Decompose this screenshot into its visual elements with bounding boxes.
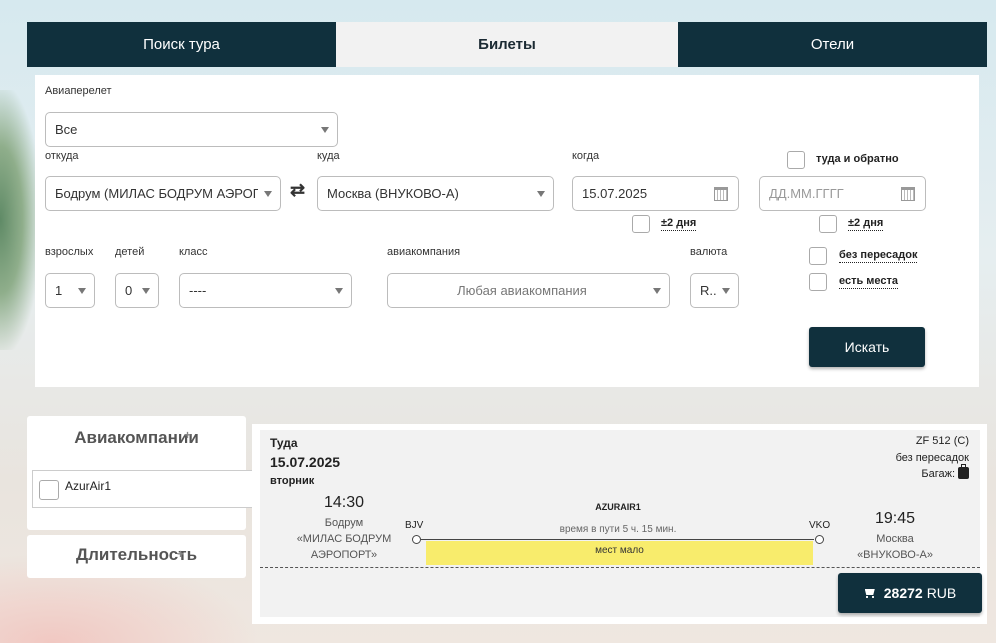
from-value: Бодрум (МИЛАС БОДРУМ АЭРОПОРТ) — [55, 186, 258, 201]
background-foliage — [0, 90, 40, 350]
plusminus-return-checkbox[interactable] — [819, 215, 837, 233]
plusminus-checkbox[interactable] — [632, 215, 650, 233]
to-select[interactable]: Москва (ВНУКОВО-А) — [317, 176, 554, 211]
flight-code: ZF 512 (C) — [915, 435, 969, 447]
roundtrip-checkbox[interactable] — [787, 151, 805, 169]
roundtrip-label: туда и обратно — [816, 153, 899, 165]
baggage-icon — [958, 464, 969, 479]
adults-select[interactable]: 1 — [45, 273, 95, 308]
price-currency: RUB — [926, 585, 957, 601]
search-panel: Авиаперелет Все откуда Бодрум (МИЛАС БОД… — [35, 75, 979, 387]
airline-option-label: AzurAir1 — [65, 479, 112, 493]
departure-airport-line1: «МИЛАС БОДРУМ — [296, 533, 392, 545]
expand-plus-icon[interactable]: + — [177, 547, 184, 561]
expand-plus-icon[interactable]: + — [184, 428, 191, 442]
duration-filter: Длительность + — [27, 535, 246, 578]
from-select[interactable]: Бодрум (МИЛАС БОДРУМ АЭРОПОРТ) — [45, 176, 281, 211]
flight-date: 15.07.2025 — [270, 454, 341, 470]
to-value: Москва (ВНУКОВО-А) — [327, 186, 459, 201]
seats-notice: мест мало — [426, 541, 813, 565]
baggage-label: Багаж: — [921, 468, 955, 480]
calendar-icon[interactable] — [901, 186, 915, 201]
currency-select[interactable]: R.. — [690, 273, 739, 308]
class-select[interactable]: ---- — [179, 273, 352, 308]
flight-type-value: Все — [55, 122, 78, 137]
departure-city: Бодрум — [324, 517, 364, 529]
tab-tickets[interactable]: Билеты — [336, 22, 678, 67]
arrival-airport: «ВНУКОВО-А» — [857, 549, 933, 561]
top-tabs: Поиск тура Билеты Отели — [27, 22, 987, 67]
seats-checkbox[interactable] — [809, 273, 827, 291]
class-value: ---- — [189, 283, 207, 298]
arrival-time: 19:45 — [874, 510, 916, 527]
airline-label: авиакомпания — [387, 246, 461, 258]
airline-value: Любая авиакомпания — [457, 283, 587, 298]
arrival-city: Москва — [876, 533, 914, 545]
cart-icon — [864, 588, 876, 598]
flight-type-label: Авиаперелет — [45, 85, 112, 97]
divider — [260, 567, 980, 568]
direction-label: Туда — [270, 436, 298, 450]
airline-name: AZURAIR1 — [595, 502, 641, 512]
children-select[interactable]: 0 — [115, 273, 159, 308]
chevron-down-icon — [142, 287, 150, 294]
airlines-filter: Авиакомпании + AzurAir1 — [27, 416, 252, 530]
to-label: куда — [317, 150, 340, 162]
return-date-input[interactable]: ДД.ММ.ГГГГ — [759, 176, 926, 211]
adults-value: 1 — [55, 283, 63, 298]
flight-result-inner: Туда 15.07.2025 вторник ZF 512 (C) без п… — [260, 430, 982, 617]
travel-time: время в пути 5 ч. 15 мин. — [559, 524, 677, 535]
flight-type-select[interactable]: Все — [45, 112, 338, 147]
flight-result-card: Туда 15.07.2025 вторник ZF 512 (C) без п… — [252, 424, 987, 624]
duration-filter-title[interactable]: Длительность — [27, 545, 246, 565]
arrival-point-icon — [815, 535, 824, 544]
children-label: детей — [115, 246, 145, 258]
from-label: откуда — [45, 150, 79, 162]
date-value: 15.07.2025 — [582, 186, 648, 201]
flight-weekday: вторник — [270, 475, 315, 487]
chevron-down-icon — [321, 126, 329, 133]
seats-label: есть места — [839, 275, 899, 289]
currency-label: валюта — [690, 246, 728, 258]
airline-option-checkbox[interactable] — [39, 480, 59, 500]
swap-icon[interactable]: ⇄ — [290, 180, 305, 201]
when-label: когда — [572, 150, 600, 162]
buy-button[interactable]: 28272 RUB — [838, 573, 982, 613]
return-date-placeholder: ДД.ММ.ГГГГ — [769, 186, 844, 201]
airline-select[interactable]: Любая авиакомпания — [387, 273, 670, 308]
search-button[interactable]: Искать — [809, 327, 925, 367]
children-value: 0 — [125, 283, 133, 298]
nonstop-checkbox[interactable] — [809, 247, 827, 265]
transfers-info: без пересадок — [895, 452, 969, 464]
airline-option-row[interactable]: AzurAir1 — [32, 470, 252, 508]
date-input[interactable]: 15.07.2025 — [572, 176, 739, 211]
chevron-down-icon — [78, 287, 86, 294]
route-line — [421, 539, 814, 540]
chevron-down-icon — [722, 287, 730, 294]
departure-code: BJV — [405, 520, 424, 531]
plusminus-label: ±2 дня — [661, 217, 697, 231]
plusminus-return-label: ±2 дня — [848, 217, 884, 231]
departure-airport-line2: АЭРОПОРТ» — [310, 549, 378, 561]
chevron-down-icon — [264, 190, 272, 197]
price-value: 28272 — [883, 585, 923, 601]
departure-point-icon — [412, 535, 421, 544]
tab-hotels[interactable]: Отели — [678, 22, 987, 67]
tab-tour-search[interactable]: Поиск тура — [27, 22, 336, 67]
arrival-code: VKO — [809, 520, 831, 531]
chevron-down-icon — [537, 190, 545, 197]
adults-label: взрослых — [45, 246, 94, 258]
chevron-down-icon — [653, 287, 661, 294]
baggage-info: Багаж: — [921, 464, 969, 480]
airlines-filter-title[interactable]: Авиакомпании — [27, 428, 246, 448]
currency-value: R.. — [700, 283, 716, 298]
calendar-icon[interactable] — [714, 186, 728, 201]
departure-time: 14:30 — [323, 494, 365, 511]
class-label: класс — [179, 246, 208, 258]
nonstop-label: без пересадок — [839, 249, 918, 263]
chevron-down-icon — [335, 287, 343, 294]
